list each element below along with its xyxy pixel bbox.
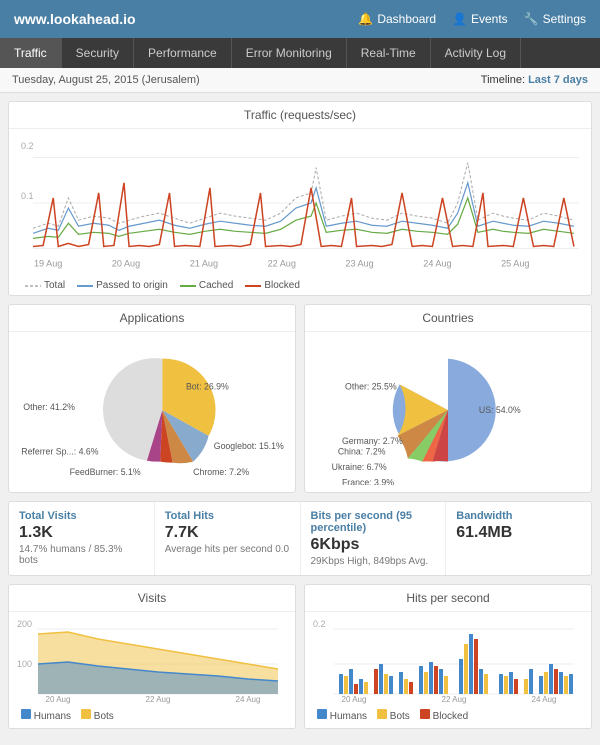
tab-security[interactable]: Security bbox=[62, 38, 134, 68]
svg-text:19 Aug: 19 Aug bbox=[34, 259, 62, 269]
dashboard-nav-item[interactable]: 🔔 Dashboard bbox=[358, 12, 436, 26]
svg-text:China: 7.2%: China: 7.2% bbox=[338, 446, 386, 456]
visits-panel: Visits 200 100 bbox=[8, 584, 296, 729]
svg-text:24 Aug: 24 Aug bbox=[532, 695, 557, 704]
visits-chart-svg: 20 Aug 22 Aug 24 Aug bbox=[29, 614, 287, 704]
legend-cached: Cached bbox=[180, 280, 233, 291]
events-nav-item[interactable]: 👤 Events bbox=[452, 12, 508, 26]
legend-total: Total bbox=[25, 280, 65, 291]
svg-text:22 Aug: 22 Aug bbox=[146, 695, 171, 704]
svg-text:France: 3.9%: France: 3.9% bbox=[342, 477, 394, 485]
svg-text:24 Aug: 24 Aug bbox=[236, 695, 261, 704]
visits-title: Visits bbox=[9, 585, 295, 612]
svg-text:Chrome: 7.2%: Chrome: 7.2% bbox=[193, 467, 249, 477]
svg-text:Referrer Sp...: 4.6%: Referrer Sp...: 4.6% bbox=[21, 446, 99, 456]
countries-chart: US: 54.0% Other: 25.5% China: 7.2% Ukrai… bbox=[309, 336, 587, 485]
svg-text:25 Aug: 25 Aug bbox=[501, 259, 529, 269]
countries-title: Countries bbox=[305, 305, 591, 332]
visits-y-200: 200 bbox=[17, 619, 32, 629]
svg-text:21 Aug: 21 Aug bbox=[190, 259, 218, 269]
header-nav: 🔔 Dashboard 👤 Events 🔧 Settings bbox=[358, 12, 586, 26]
timeline: Timeline: Last 7 days bbox=[481, 74, 588, 86]
stat-bandwidth: Bandwidth 61.4MB bbox=[446, 502, 591, 575]
current-date: Tuesday, August 25, 2015 (Jerusalem) bbox=[12, 74, 200, 86]
visits-legend-humans: Humans bbox=[21, 709, 71, 722]
legend-blocked: Blocked bbox=[245, 280, 300, 291]
visits-y-100: 100 bbox=[17, 659, 32, 669]
tab-performance[interactable]: Performance bbox=[134, 38, 232, 68]
traffic-panel: Traffic (requests/sec) 0.2 0.1 bbox=[8, 101, 592, 296]
tab-activity-log[interactable]: Activity Log bbox=[431, 38, 521, 68]
header: www.lookahead.io 🔔 Dashboard 👤 Events 🔧 … bbox=[0, 0, 600, 38]
main-content: Traffic (requests/sec) 0.2 0.1 bbox=[0, 93, 600, 745]
stat-total-hits-label: Total Hits bbox=[165, 510, 290, 522]
settings-nav-item[interactable]: 🔧 Settings bbox=[524, 12, 586, 26]
svg-text:Other: 41.2%: Other: 41.2% bbox=[23, 402, 75, 412]
traffic-chart-title: Traffic (requests/sec) bbox=[9, 102, 591, 129]
stat-bps-value: 6Kbps bbox=[311, 536, 436, 554]
svg-text:US: 54.0%: US: 54.0% bbox=[479, 405, 521, 415]
svg-text:22 Aug: 22 Aug bbox=[442, 695, 467, 704]
hits-legend-humans: Humans bbox=[317, 709, 367, 722]
tab-traffic[interactable]: Traffic bbox=[0, 38, 62, 68]
tab-error-monitoring[interactable]: Error Monitoring bbox=[232, 38, 347, 68]
applications-panel: Applications Bot: 2 bbox=[8, 304, 296, 493]
stat-bandwidth-label: Bandwidth bbox=[456, 510, 581, 522]
stat-total-visits-sub: 14.7% humans / 85.3% bots bbox=[19, 544, 144, 566]
y-label-0.1: 0.1 bbox=[21, 191, 34, 201]
svg-text:20 Aug: 20 Aug bbox=[46, 695, 71, 704]
hits-chart-svg: 20 Aug 22 Aug 24 Aug bbox=[325, 614, 583, 704]
stat-bps-sub: 29Kbps High, 849bps Avg. bbox=[311, 556, 436, 567]
hits-legend-blocked: Blocked bbox=[420, 709, 468, 722]
svg-text:Googlebot: 15.1%: Googlebot: 15.1% bbox=[214, 441, 284, 451]
site-logo: www.lookahead.io bbox=[14, 11, 136, 27]
traffic-chart-svg: 19 Aug 20 Aug 21 Aug 22 Aug 23 Aug 24 Au… bbox=[33, 133, 579, 273]
hits-legend: Humans Bots Blocked bbox=[309, 707, 587, 726]
stat-total-visits: Total Visits 1.3K 14.7% humans / 85.3% b… bbox=[9, 502, 155, 575]
svg-text:20 Aug: 20 Aug bbox=[112, 259, 140, 269]
applications-chart: Bot: 26.9% Googlebot: 15.1% Chrome: 7.2%… bbox=[13, 336, 291, 485]
tab-realtime[interactable]: Real-Time bbox=[347, 38, 431, 68]
timeline-value[interactable]: Last 7 days bbox=[528, 74, 588, 86]
traffic-legend: Total Passed to origin Cached Blocked bbox=[17, 276, 583, 295]
stat-total-hits-sub: Average hits per second 0.0 bbox=[165, 544, 290, 555]
y-label-0.2: 0.2 bbox=[21, 141, 34, 151]
pie-charts-row: Applications Bot: 2 bbox=[8, 304, 592, 501]
stat-total-hits-value: 7.7K bbox=[165, 524, 290, 542]
legend-passed: Passed to origin bbox=[77, 280, 168, 291]
hits-panel: Hits per second 0.2 bbox=[304, 584, 592, 729]
svg-text:Other: 25.5%: Other: 25.5% bbox=[345, 382, 397, 392]
svg-text:23 Aug: 23 Aug bbox=[345, 259, 373, 269]
stat-total-visits-label: Total Visits bbox=[19, 510, 144, 522]
svg-text:22 Aug: 22 Aug bbox=[268, 259, 296, 269]
stat-bandwidth-value: 61.4MB bbox=[456, 524, 581, 542]
svg-text:Germany: 2.7%: Germany: 2.7% bbox=[342, 436, 403, 446]
stat-bps-label: Bits per second (95 percentile) bbox=[311, 510, 436, 534]
applications-title: Applications bbox=[9, 305, 295, 332]
hits-legend-bots: Bots bbox=[377, 709, 410, 722]
stat-total-visits-value: 1.3K bbox=[19, 524, 144, 542]
hits-y-0.2: 0.2 bbox=[313, 619, 326, 629]
visits-legend: Humans Bots bbox=[13, 707, 291, 726]
svg-text:FeedBurner: 5.1%: FeedBurner: 5.1% bbox=[70, 467, 141, 477]
countries-panel: Countries US: 54.0% bbox=[304, 304, 592, 493]
nav-tabs: Traffic Security Performance Error Monit… bbox=[0, 38, 600, 68]
stat-bps: Bits per second (95 percentile) 6Kbps 29… bbox=[301, 502, 447, 575]
date-bar: Tuesday, August 25, 2015 (Jerusalem) Tim… bbox=[0, 68, 600, 93]
svg-text:Bot: 26.9%: Bot: 26.9% bbox=[186, 382, 229, 392]
stat-total-hits: Total Hits 7.7K Average hits per second … bbox=[155, 502, 301, 575]
svg-text:24 Aug: 24 Aug bbox=[423, 259, 451, 269]
svg-text:Ukraine: 6.7%: Ukraine: 6.7% bbox=[332, 462, 387, 472]
hits-title: Hits per second bbox=[305, 585, 591, 612]
stats-bar: Total Visits 1.3K 14.7% humans / 85.3% b… bbox=[8, 501, 592, 576]
visits-legend-bots: Bots bbox=[81, 709, 114, 722]
bottom-charts-row: Visits 200 100 bbox=[8, 584, 592, 737]
svg-text:20 Aug: 20 Aug bbox=[342, 695, 367, 704]
